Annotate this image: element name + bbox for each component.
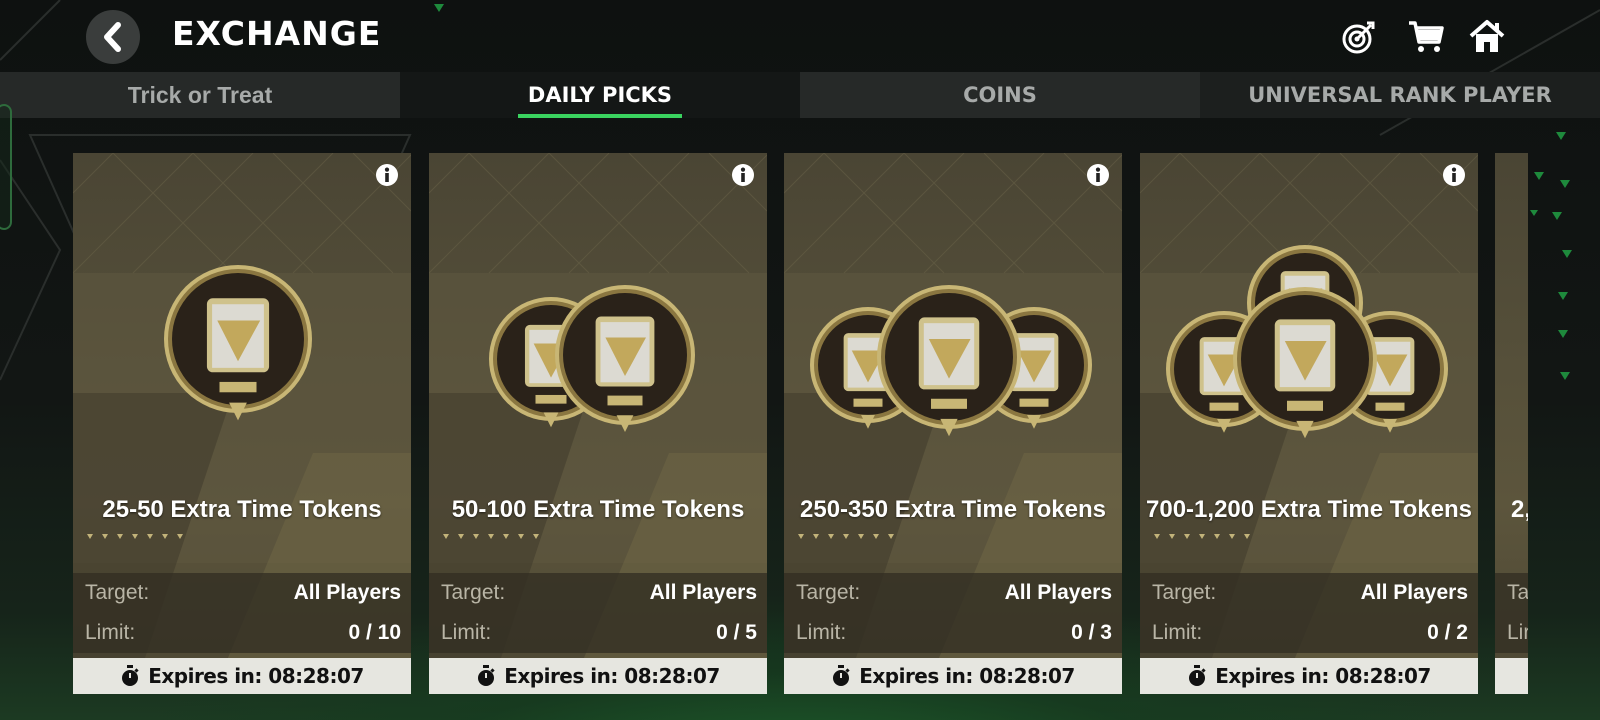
partial-target-label: Ta <box>1507 581 1528 604</box>
info-icon <box>1443 164 1465 186</box>
target-label: Target: <box>1152 581 1217 604</box>
limit-row: Limit: 0 / 10 <box>73 613 411 653</box>
stopwatch-icon <box>1189 665 1206 686</box>
partial-limit-label: Lir <box>1507 621 1528 644</box>
exchange-card[interactable]: 250-350 Extra Time Tokens Target: All Pl… <box>784 153 1122 694</box>
target-value: All Players <box>1004 581 1112 604</box>
objectives-button[interactable] <box>1340 18 1378 56</box>
info-button[interactable] <box>731 163 755 187</box>
partial-target-row: Ta <box>1495 573 1528 613</box>
tab-coins[interactable]: COINS <box>800 72 1200 118</box>
limit-row: Limit: 0 / 3 <box>784 613 1122 653</box>
expires-bar: Expires in: 08:28:07 <box>784 658 1122 694</box>
stopwatch-icon <box>122 665 139 686</box>
extra-time-tokens-image <box>1166 245 1448 439</box>
decorative-dots <box>443 534 539 539</box>
expires-bar: Expires in: 08:28:07 <box>73 658 411 694</box>
target-row: Target: All Players <box>73 573 411 613</box>
expires-text: Expires in: 08:28:07 <box>504 664 720 688</box>
home-button[interactable] <box>1468 18 1506 56</box>
target-value: All Players <box>1360 581 1468 604</box>
limit-label: Limit: <box>1152 621 1203 644</box>
page-title: EXCHANGE <box>172 14 382 53</box>
target-label: Target: <box>441 581 506 604</box>
decorative-dots <box>798 534 894 539</box>
expires-text: Expires in: 08:28:07 <box>1215 664 1431 688</box>
home-icon <box>1469 20 1505 52</box>
card-title: 25-50 Extra Time Tokens <box>102 496 382 523</box>
target-row: Target: All Players <box>429 573 767 613</box>
info-button[interactable] <box>375 163 399 187</box>
side-panel-handle[interactable] <box>0 104 12 230</box>
partial-card-title: 2, <box>1511 496 1528 523</box>
tab-universal-rank-player[interactable]: UNIVERSAL RANK PLAYER <box>1200 72 1600 118</box>
extra-time-tokens-image <box>489 285 695 432</box>
target-value: All Players <box>649 581 757 604</box>
tab-bar: Trick or Treat DAILY PICKS COINS UNIVERS… <box>0 72 1600 118</box>
card-title: 700-1,200 Extra Time Tokens <box>1146 496 1472 523</box>
target-label: Target: <box>85 581 150 604</box>
exchange-card[interactable]: 700-1,200 Extra Time Tokens Target: All … <box>1140 153 1478 694</box>
extra-time-tokens-image <box>164 265 312 421</box>
back-button[interactable] <box>86 10 140 64</box>
limit-row: Limit: 0 / 2 <box>1140 613 1478 653</box>
store-button[interactable] <box>1407 18 1445 56</box>
exchange-card-partial[interactable]: 2, Ta Lir <box>1495 153 1528 694</box>
target-value: All Players <box>293 581 401 604</box>
info-button[interactable] <box>1442 163 1466 187</box>
info-icon <box>376 164 398 186</box>
extra-time-tokens-image <box>810 285 1092 437</box>
token-coin <box>164 265 312 421</box>
limit-label: Limit: <box>85 621 136 644</box>
limit-label: Limit: <box>441 621 492 644</box>
target-row: Target: All Players <box>1140 573 1478 613</box>
target-icon <box>1342 21 1375 54</box>
limit-label: Limit: <box>796 621 847 644</box>
info-icon <box>732 164 754 186</box>
limit-value: 0 / 3 <box>1071 621 1112 644</box>
cart-icon <box>1409 21 1444 52</box>
top-bar: EXCHANGE <box>0 0 1600 72</box>
expires-text: Expires in: 08:28:07 <box>148 664 364 688</box>
decorative-dots <box>1154 534 1250 539</box>
expires-text: Expires in: 08:28:07 <box>859 664 1075 688</box>
expires-bar: Expires in: 08:28:07 <box>429 658 767 694</box>
limit-value: 0 / 10 <box>348 621 401 644</box>
partial-limit-row: Lir <box>1495 613 1528 653</box>
tab-trick-or-treat[interactable]: Trick or Treat <box>0 72 400 118</box>
decorative-dots <box>87 534 183 539</box>
exchange-card[interactable]: 25-50 Extra Time Tokens Target: All Play… <box>73 153 411 694</box>
expires-bar: Expires in: 08:28:07 <box>1140 658 1478 694</box>
back-chevron-icon <box>104 22 121 52</box>
target-label: Target: <box>796 581 861 604</box>
card-title: 250-350 Extra Time Tokens <box>800 496 1106 523</box>
card-title: 50-100 Extra Time Tokens <box>451 496 745 523</box>
target-row: Target: All Players <box>784 573 1122 613</box>
exchange-card[interactable]: 50-100 Extra Time Tokens Target: All Pla… <box>429 153 767 694</box>
limit-value: 0 / 2 <box>1427 621 1468 644</box>
limit-row: Limit: 0 / 5 <box>429 613 767 653</box>
limit-value: 0 / 5 <box>716 621 757 644</box>
tab-daily-picks[interactable]: DAILY PICKS <box>400 72 800 118</box>
info-button[interactable] <box>1086 163 1110 187</box>
stopwatch-icon <box>478 665 495 686</box>
info-icon <box>1087 164 1109 186</box>
stopwatch-icon <box>833 665 850 686</box>
partial-expires-bar <box>1495 658 1528 694</box>
